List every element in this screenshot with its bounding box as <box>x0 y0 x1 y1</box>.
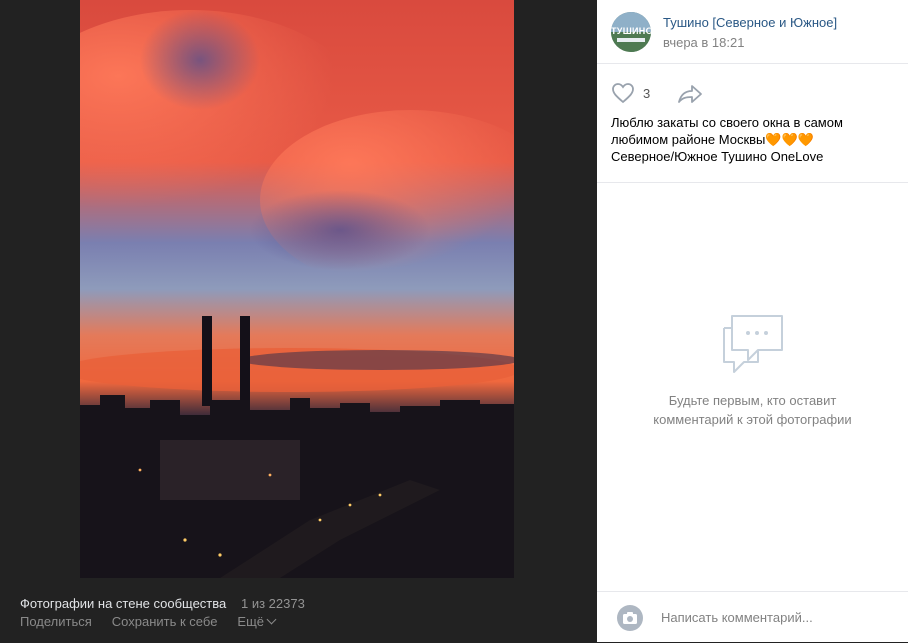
sunset-photo[interactable] <box>80 0 514 578</box>
post-caption: Люблю закаты со своего окна в самом люби… <box>611 114 896 165</box>
caption-line-2: любимом районе Москвы <box>611 132 766 147</box>
post-panel: ТУШИНО Тушино [Северное и Южное] вчера в… <box>597 0 908 642</box>
avatar-label: ТУШИНО <box>611 26 651 36</box>
group-name-link[interactable]: Тушино [Северное и Южное] <box>663 15 837 30</box>
empty-text-line-2: комментарий к этой фотографии <box>653 412 852 427</box>
photo-viewer: Фотографии на стене сообщества 1 из 2237… <box>0 0 597 642</box>
divider <box>597 182 908 183</box>
more-link[interactable]: Ещё <box>237 614 277 629</box>
photo-counter: 1 из 22373 <box>241 596 305 611</box>
post-header: ТУШИНО Тушино [Северное и Южное] вчера в… <box>597 0 908 64</box>
caption-hearts: 🧡🧡🧡 <box>765 132 814 147</box>
photo-actions: Поделиться Сохранить к себе Ещё <box>20 614 277 629</box>
share-arrow-icon <box>678 85 702 103</box>
heart-icon <box>612 83 634 104</box>
comments-icon <box>722 315 783 373</box>
avatar[interactable]: ТУШИНО <box>611 12 651 52</box>
empty-text-line-1: Будьте первым, кто оставит <box>668 393 837 408</box>
album-title[interactable]: Фотографии на стене сообщества <box>20 596 226 611</box>
empty-comments: Будьте первым, кто оставит комментарий к… <box>597 314 908 429</box>
caption-line-1: Люблю закаты со своего окна в самом <box>611 115 843 130</box>
comment-composer: Написать комментарий... <box>597 591 908 643</box>
caption-line-3: Северное/Южное Тушино OneLove <box>611 149 824 164</box>
empty-comments-text: Будьте первым, кто оставит комментарий к… <box>597 391 908 429</box>
share-button[interactable] <box>677 83 703 110</box>
post-time[interactable]: вчера в 18:21 <box>663 35 744 50</box>
save-link[interactable]: Сохранить к себе <box>112 614 218 629</box>
like-count: 3 <box>643 85 651 101</box>
share-link[interactable]: Поделиться <box>20 614 92 629</box>
like-button[interactable]: 3 <box>611 82 650 104</box>
camera-icon[interactable] <box>617 605 643 631</box>
chevron-down-icon <box>266 614 277 625</box>
camera-glyph <box>623 612 637 624</box>
more-label: Ещё <box>237 614 265 629</box>
comment-input[interactable]: Написать комментарий... <box>661 610 813 625</box>
photo-image <box>80 0 514 578</box>
